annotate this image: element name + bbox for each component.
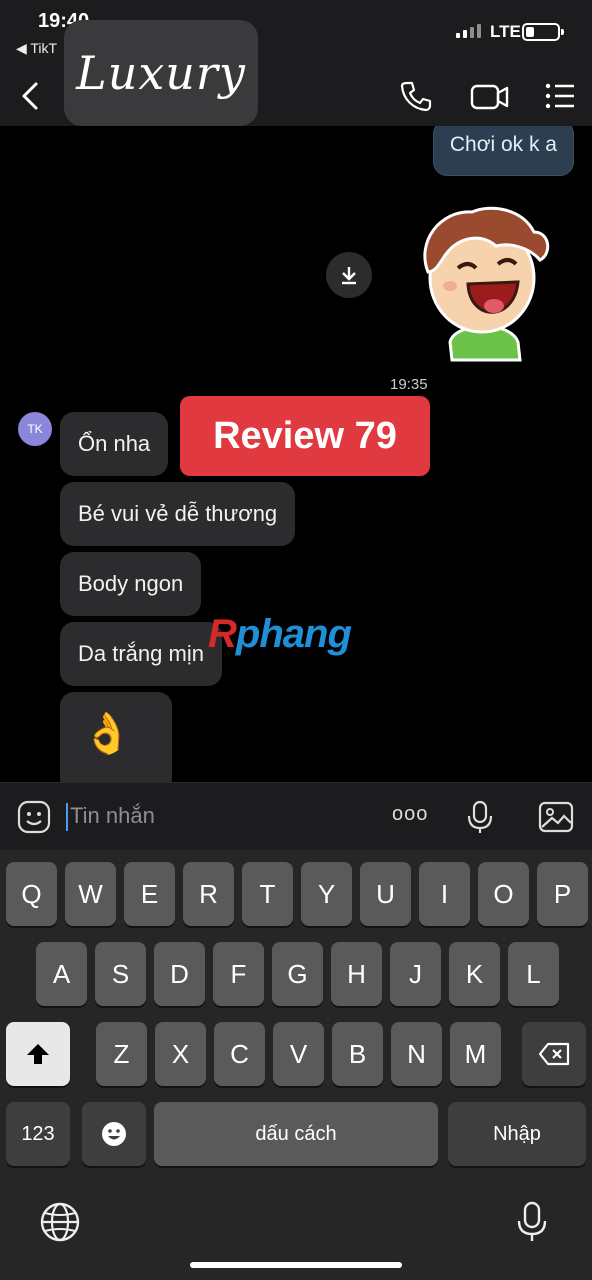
key-b[interactable]: B — [332, 1022, 383, 1086]
download-icon — [342, 267, 356, 285]
signal-icon — [456, 24, 481, 38]
microphone-icon[interactable] — [462, 799, 498, 835]
key-a[interactable]: A — [36, 942, 87, 1006]
incoming-message[interactable]: Bé vui vẻ dễ thương — [60, 482, 296, 546]
incoming-message[interactable]: Body ngon — [60, 552, 202, 616]
incoming-message[interactable]: Ổn nha — [60, 412, 169, 476]
network-type: LTE — [490, 22, 521, 41]
key-q[interactable]: Q — [6, 862, 57, 926]
backspace-key[interactable] — [522, 1022, 586, 1086]
chevron-left-icon[interactable] — [16, 76, 46, 116]
key-g[interactable]: G — [272, 942, 323, 1006]
key-l[interactable]: L — [508, 942, 559, 1006]
watermark-rest: phang — [235, 612, 352, 656]
chat-header: 19:40 ◀ TikT LTE Luxury — [0, 0, 592, 126]
more-dots-icon[interactable]: ooo — [392, 803, 428, 826]
chat-messages[interactable]: Chơi ok k a 19:35 TK Ổn nha Review 79 Bé… — [0, 126, 592, 782]
key-x[interactable]: X — [155, 1022, 206, 1086]
key-i[interactable]: I — [419, 862, 470, 926]
home-indicator[interactable] — [190, 1262, 402, 1268]
dictation-mic-icon[interactable] — [510, 1200, 554, 1244]
text-cursor — [66, 803, 68, 831]
list-menu-icon[interactable] — [542, 78, 578, 114]
logo-text: Luxury — [76, 46, 246, 100]
key-v[interactable]: V — [273, 1022, 324, 1086]
key-s[interactable]: S — [95, 942, 146, 1006]
key-t[interactable]: T — [242, 862, 293, 926]
back-to-app[interactable]: ◀ TikT — [16, 40, 57, 57]
video-camera-icon[interactable] — [470, 78, 510, 114]
key-z[interactable]: Z — [96, 1022, 147, 1086]
message-input[interactable]: Tin nhắn — [70, 803, 155, 829]
avatar[interactable]: TK — [18, 412, 52, 446]
key-h[interactable]: H — [331, 942, 382, 1006]
message-timestamp: 19:35 — [390, 376, 428, 393]
key-j[interactable]: J — [390, 942, 441, 1006]
keyboard: QWERTYUIOP ASDFGHJKL ZXCVBNM 123 dấu các… — [0, 850, 592, 1280]
space-key[interactable]: dấu cách — [154, 1102, 438, 1166]
key-w[interactable]: W — [65, 862, 116, 926]
download-button[interactable] — [326, 252, 372, 298]
emoji-key[interactable] — [82, 1102, 146, 1166]
numbers-key[interactable]: 123 — [6, 1102, 70, 1166]
shift-arrow-icon — [27, 1044, 49, 1064]
watermark-r: R — [208, 612, 237, 656]
key-m[interactable]: M — [450, 1022, 501, 1086]
backspace-icon — [538, 1042, 570, 1066]
key-d[interactable]: D — [154, 942, 205, 1006]
phone-icon[interactable] — [398, 78, 434, 114]
key-f[interactable]: F — [213, 942, 264, 1006]
contact-logo[interactable]: Luxury — [64, 20, 258, 126]
watermark: Rphang — [208, 612, 352, 657]
key-r[interactable]: R — [183, 862, 234, 926]
key-o[interactable]: O — [478, 862, 529, 926]
key-u[interactable]: U — [360, 862, 411, 926]
message-input-bar: Tin nhắn ooo — [0, 782, 592, 850]
key-n[interactable]: N — [391, 1022, 442, 1086]
key-c[interactable]: C — [214, 1022, 265, 1086]
key-y[interactable]: Y — [301, 862, 352, 926]
shift-key[interactable] — [6, 1022, 70, 1086]
incoming-message[interactable]: Da trắng mịn — [60, 622, 222, 686]
laughing-cartoon-sticker[interactable] — [410, 202, 558, 362]
globe-icon[interactable] — [38, 1200, 82, 1244]
key-e[interactable]: E — [124, 862, 175, 926]
outgoing-message[interactable]: Chơi ok k a — [432, 126, 574, 176]
key-k[interactable]: K — [449, 942, 500, 1006]
emoji-smile-icon — [102, 1122, 126, 1146]
incoming-emoji-message[interactable]: 👌 — [60, 692, 172, 782]
key-p[interactable]: P — [537, 862, 588, 926]
battery-icon — [522, 23, 564, 41]
image-gallery-icon[interactable] — [538, 799, 574, 835]
emoji-sticker-icon[interactable] — [16, 799, 52, 835]
review-badge: Review 79 — [180, 396, 430, 476]
return-key[interactable]: Nhập — [448, 1102, 586, 1166]
